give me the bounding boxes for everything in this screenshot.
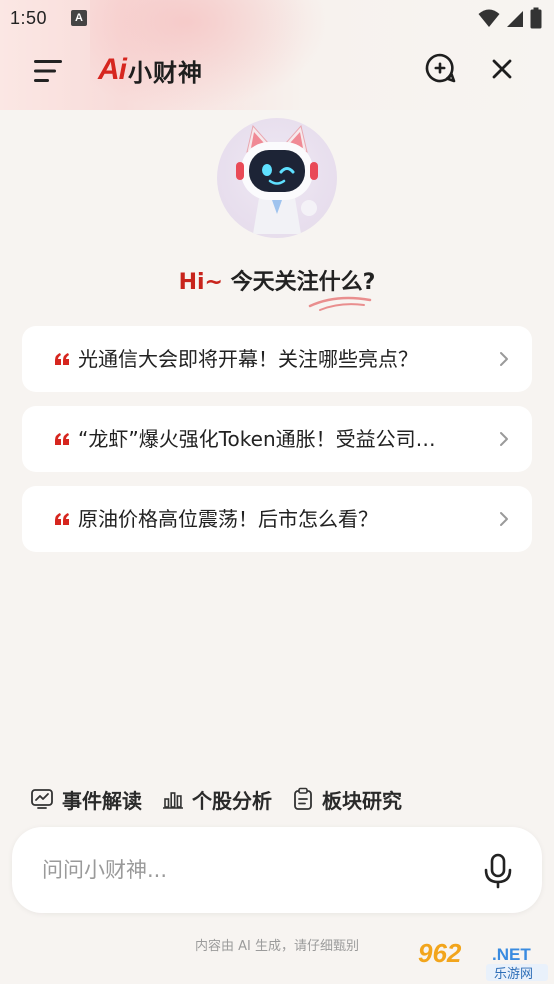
app-header: Ai 小财神	[0, 38, 554, 104]
svg-text:.NET: .NET	[492, 945, 531, 964]
status-bar: 1:50 A	[0, 0, 554, 38]
chevron-right-icon	[500, 512, 508, 526]
clipboard-icon	[294, 787, 312, 810]
brand-logo: Ai 小财神	[98, 52, 203, 88]
notification-icon: A	[71, 10, 87, 26]
quote-icon	[55, 433, 69, 445]
suggestion-card[interactable]: 原油价格高位震荡！后市怎么看？	[22, 486, 532, 552]
site-watermark-logo: 962 .NET 乐游网	[414, 936, 550, 982]
microphone-icon	[484, 853, 512, 889]
menu-icon	[34, 60, 62, 82]
signal-icon	[507, 11, 523, 27]
menu-button[interactable]	[30, 56, 66, 86]
brand-name: 小财神	[128, 58, 203, 87]
robot-cat-mascot	[236, 124, 318, 234]
voice-input-button[interactable]	[482, 853, 514, 889]
svg-text:962: 962	[418, 938, 462, 968]
battery-icon	[530, 7, 542, 29]
chat-input-box	[12, 827, 542, 913]
bar-chart-icon	[163, 792, 183, 809]
event-analysis-button[interactable]: 事件解读	[30, 785, 142, 814]
close-button[interactable]	[488, 55, 516, 83]
add-chat-icon	[425, 53, 456, 83]
wifi-icon	[478, 9, 500, 27]
quote-icon	[55, 353, 69, 365]
greeting-swash-decoration	[308, 296, 372, 311]
chevron-right-icon	[500, 432, 508, 446]
greeting-hi: Hi~	[178, 270, 223, 295]
chevron-right-icon	[500, 352, 508, 366]
svg-text:乐游网: 乐游网	[494, 967, 533, 982]
stock-analysis-button[interactable]: 个股分析	[162, 785, 272, 814]
status-icons	[478, 7, 542, 29]
chat-input[interactable]	[42, 853, 462, 887]
event-analysis-label: 事件解读	[62, 788, 142, 813]
stock-analysis-label: 个股分析	[192, 788, 272, 813]
event-chart-icon	[31, 789, 53, 809]
status-time: 1:50	[10, 8, 48, 28]
quote-icon	[55, 513, 69, 525]
sector-research-label: 板块研究	[322, 788, 402, 813]
quick-actions: 事件解读 个股分析 板块研究	[30, 784, 422, 814]
brand-ai: Ai	[98, 53, 127, 86]
new-chat-button[interactable]	[424, 52, 456, 84]
suggestion-text: 原油价格高位震荡！后市怎么看？	[78, 507, 378, 531]
suggestion-text: 光通信大会即将开幕！关注哪些亮点？	[78, 347, 418, 371]
close-icon	[492, 59, 512, 79]
suggestion-card[interactable]: 光通信大会即将开幕！关注哪些亮点？	[22, 326, 532, 392]
sector-research-button[interactable]: 板块研究	[292, 785, 402, 814]
suggestion-text: “龙虾”爆火强化Token通胀！受益公司…	[78, 427, 436, 451]
suggestion-card[interactable]: “龙虾”爆火强化Token通胀！受益公司…	[22, 406, 532, 472]
mascot-avatar	[217, 118, 337, 238]
greeting-heading: Hi~ 今天关注什么?	[0, 264, 554, 296]
